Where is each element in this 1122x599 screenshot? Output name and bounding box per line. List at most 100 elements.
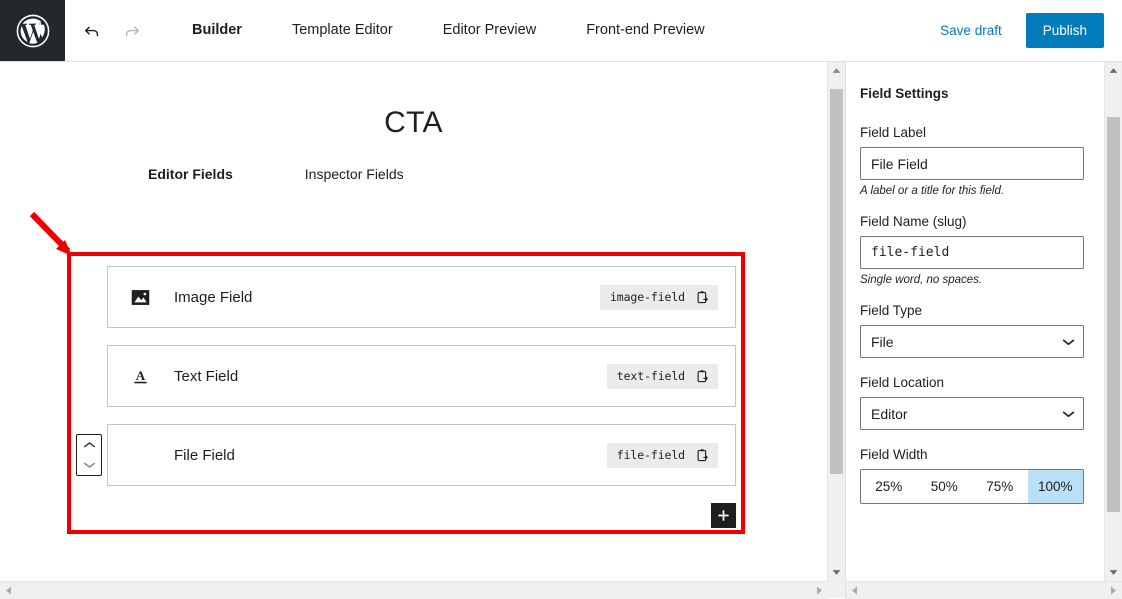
field-row-wrapper-image-field: Image Field image-field bbox=[76, 266, 736, 328]
copy-to-clipboard-icon bbox=[697, 290, 708, 303]
tab-inspector-fields[interactable]: Inspector Fields bbox=[305, 166, 404, 182]
history-controls bbox=[65, 0, 145, 61]
field-name-input[interactable] bbox=[860, 236, 1084, 269]
image-icon bbox=[128, 285, 152, 309]
add-field-row bbox=[76, 503, 736, 528]
add-field-button[interactable] bbox=[711, 503, 736, 528]
chevron-up-icon bbox=[83, 442, 95, 448]
field-width-option-50[interactable]: 50% bbox=[916, 470, 972, 503]
header-nav-tabs: Builder Template Editor Editor Preview F… bbox=[167, 0, 730, 61]
header-actions: Save draft Publish bbox=[934, 0, 1122, 61]
annotation-arrow bbox=[29, 211, 72, 256]
sidebar-h-scroll-track[interactable] bbox=[863, 582, 1105, 599]
header-spacer bbox=[730, 0, 935, 61]
settings-sidebar-column: Field Settings Field Label A label or a … bbox=[845, 62, 1122, 599]
field-label-help: A label or a title for this field. bbox=[860, 185, 1005, 197]
field-width-segmented-control: 25% 50% 75% 100% bbox=[860, 469, 1084, 504]
main-horizontal-scrollbar[interactable] bbox=[0, 581, 828, 599]
field-group-tabs: Editor Fields Inspector Fields bbox=[0, 166, 827, 182]
wordpress-logo[interactable] bbox=[0, 0, 65, 61]
scroll-down-button[interactable] bbox=[828, 564, 845, 581]
move-field-up-button[interactable] bbox=[77, 435, 101, 455]
publish-button[interactable]: Publish bbox=[1025, 13, 1104, 48]
sidebar-scroll-down-button[interactable] bbox=[1105, 564, 1122, 581]
redo-button[interactable] bbox=[119, 18, 145, 44]
scroll-down-arrow-icon bbox=[832, 570, 841, 575]
field-slug-text: image-field bbox=[609, 290, 685, 304]
scroll-right-button[interactable] bbox=[811, 582, 828, 599]
editor-canvas: CTA Editor Fields Inspector Fields Image… bbox=[0, 62, 827, 581]
field-type-label: Field Type bbox=[860, 303, 923, 318]
sidebar-scroll-right-button[interactable] bbox=[1105, 582, 1122, 599]
field-label-control: Field Label A label or a title for this … bbox=[860, 125, 1084, 197]
field-row-wrapper-file-field: File Field file-field bbox=[76, 424, 736, 486]
settings-sidebar-inner: Field Settings Field Label A label or a … bbox=[846, 62, 1122, 581]
field-width-option-75[interactable]: 75% bbox=[972, 470, 1028, 503]
field-name-help: Single word, no spaces. bbox=[860, 274, 983, 286]
nav-tab-builder[interactable]: Builder bbox=[167, 23, 267, 38]
field-row-image-field[interactable]: Image Field image-field bbox=[107, 266, 736, 328]
field-location-select-wrap: Editor bbox=[860, 397, 1084, 430]
wordpress-block-builder-app: Builder Template Editor Editor Preview F… bbox=[0, 0, 1122, 599]
svg-text:A: A bbox=[135, 368, 145, 383]
field-name-label: Field Name (slug) bbox=[860, 214, 967, 229]
undo-arrow-icon bbox=[85, 26, 99, 36]
field-slug-text: text-field bbox=[616, 369, 685, 383]
copy-to-clipboard-icon bbox=[697, 369, 708, 382]
field-width-option-25[interactable]: 25% bbox=[861, 470, 917, 503]
scroll-left-button[interactable] bbox=[0, 582, 17, 599]
sidebar-vertical-scrollbar[interactable] bbox=[1104, 62, 1122, 581]
field-row-file-field[interactable]: File Field file-field bbox=[107, 424, 736, 486]
undo-button[interactable] bbox=[79, 18, 105, 44]
field-width-control: Field Width 25% 50% 75% 100% bbox=[860, 447, 1084, 504]
redo-arrow-icon bbox=[125, 26, 139, 36]
save-draft-button[interactable]: Save draft bbox=[934, 22, 1008, 39]
scroll-up-arrow-icon bbox=[1109, 68, 1118, 73]
copy-slug-button[interactable] bbox=[695, 290, 710, 305]
nav-tab-editor-preview[interactable]: Editor Preview bbox=[418, 23, 561, 38]
scroll-right-arrow-icon bbox=[817, 586, 822, 595]
field-type-icon-placeholder bbox=[128, 443, 152, 467]
tab-editor-fields[interactable]: Editor Fields bbox=[148, 166, 233, 182]
field-label-input[interactable] bbox=[860, 147, 1084, 180]
main-vertical-scrollbar[interactable] bbox=[827, 62, 845, 581]
field-label-label: Field Label bbox=[860, 125, 927, 140]
page-title: CTA bbox=[384, 106, 443, 139]
nav-tab-template-editor[interactable]: Template Editor bbox=[267, 23, 418, 38]
main-scroll-track[interactable] bbox=[828, 79, 845, 564]
field-location-select[interactable]: Editor bbox=[860, 397, 1084, 430]
move-field-down-button[interactable] bbox=[77, 455, 101, 475]
copy-slug-button[interactable] bbox=[695, 448, 710, 463]
field-location-label: Field Location bbox=[860, 375, 945, 390]
sidebar-horizontal-scrollbar[interactable] bbox=[846, 581, 1122, 599]
sidebar-scroll-thumb[interactable] bbox=[1107, 117, 1120, 512]
sidebar-scroll-left-button[interactable] bbox=[846, 582, 863, 599]
main-h-scroll-track[interactable] bbox=[17, 582, 811, 599]
field-mover-controls bbox=[76, 434, 102, 476]
field-location-control: Field Location Editor bbox=[860, 375, 1084, 430]
editor-main-inner: CTA Editor Fields Inspector Fields Image… bbox=[0, 62, 845, 581]
field-slug-badge: file-field bbox=[606, 442, 718, 468]
text-format-icon: A bbox=[128, 364, 152, 388]
field-type-select[interactable]: File bbox=[860, 325, 1084, 358]
nav-tab-front-end-preview[interactable]: Front-end Preview bbox=[561, 23, 729, 38]
field-width-label: Field Width bbox=[860, 447, 928, 462]
main-scroll-thumb[interactable] bbox=[830, 89, 843, 474]
panel-title: Field Settings bbox=[860, 86, 949, 101]
plus-icon bbox=[718, 510, 729, 521]
wordpress-icon bbox=[16, 14, 49, 47]
scroll-up-arrow-icon bbox=[832, 68, 841, 73]
field-type-control: Field Type File bbox=[860, 303, 1084, 358]
main-bottom-bar bbox=[0, 581, 845, 599]
scroll-down-arrow-icon bbox=[1109, 570, 1118, 575]
copy-to-clipboard-icon bbox=[697, 448, 708, 461]
sidebar-scroll-up-button[interactable] bbox=[1105, 62, 1122, 79]
field-row-text-field[interactable]: A Text Field text-field bbox=[107, 345, 736, 407]
scroll-up-button[interactable] bbox=[828, 62, 845, 79]
app-body: CTA Editor Fields Inspector Fields Image… bbox=[0, 62, 1122, 599]
copy-slug-button[interactable] bbox=[695, 369, 710, 384]
field-width-option-100[interactable]: 100% bbox=[1027, 470, 1083, 503]
sidebar-scroll-track[interactable] bbox=[1105, 79, 1122, 564]
field-row-wrapper-text-field: A Text Field text-field bbox=[76, 345, 736, 407]
scroll-left-arrow-icon bbox=[852, 586, 857, 595]
